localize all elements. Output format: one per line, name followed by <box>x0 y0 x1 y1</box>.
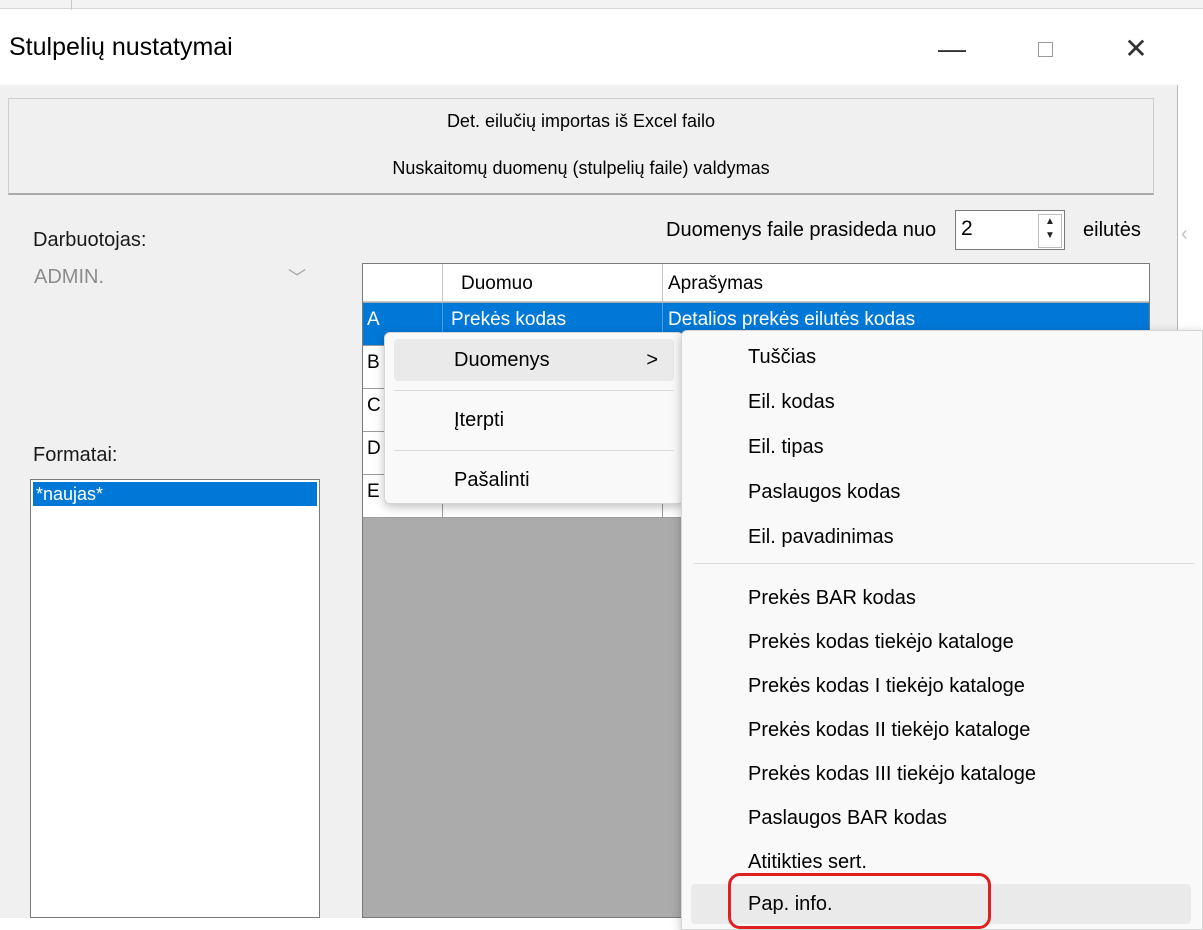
column-header-letter[interactable] <box>363 264 443 302</box>
submenu-item[interactable]: Paslaugos BAR kodas <box>691 798 1191 838</box>
menu-item-insert[interactable]: Įterpti <box>394 399 674 441</box>
grid-header: Duomuo Aprašymas <box>363 264 1149 302</box>
dialog-title: Stulpelių nustatymai <box>9 33 233 61</box>
menu-separator <box>394 390 674 391</box>
submenu-item[interactable]: Eil. kodas <box>691 382 1191 422</box>
chevron-right-icon: > <box>646 349 658 371</box>
start-row-label: Duomenys faile prasideda nuo <box>666 219 937 241</box>
context-menu: Duomenys > Įterpti Pašalinti <box>384 332 684 504</box>
submenu-item[interactable]: Prekės kodas tiekėjo kataloge <box>691 622 1191 662</box>
menu-item-label: Duomenys <box>454 349 550 371</box>
submenu-item[interactable]: Prekės kodas II tiekėjo kataloge <box>691 710 1191 750</box>
employee-label: Darbuotojas: <box>33 229 147 251</box>
formats-list[interactable]: *naujas* <box>30 479 320 918</box>
close-button[interactable]: ✕ <box>1106 24 1166 74</box>
header-title: Det. eilučių importas iš Excel failo <box>446 111 716 131</box>
start-row-stepper[interactable]: 2 ▲ ▼ <box>955 210 1065 250</box>
list-item[interactable]: *naujas* <box>33 482 317 506</box>
submenu-item[interactable]: Prekės kodas III tiekėjo kataloge <box>691 754 1191 794</box>
chevron-left-icon: ‹ <box>1181 223 1188 245</box>
employee-select[interactable]: ADMIN. ﹀ <box>30 262 318 298</box>
start-row-suffix: eilutės <box>1083 219 1141 241</box>
column-header-description[interactable]: Aprašymas <box>663 264 1149 302</box>
menu-separator <box>694 563 1194 564</box>
submenu-item[interactable]: Prekės BAR kodas <box>691 578 1191 618</box>
chevron-down-icon: ﹀ <box>288 268 306 288</box>
submenu-item[interactable]: Paslaugos kodas <box>691 472 1191 512</box>
formats-label: Formatai: <box>33 444 118 466</box>
data-submenu: Tuščias Eil. kodas Eil. tipas Paslaugos … <box>681 330 1203 930</box>
submenu-item[interactable]: Eil. tipas <box>691 427 1191 467</box>
maximize-button[interactable] <box>1014 24 1074 74</box>
employee-value: ADMIN. <box>34 266 104 288</box>
spin-arrows-icon[interactable]: ▲ ▼ <box>1038 214 1062 248</box>
menu-item-data[interactable]: Duomenys > <box>394 339 674 381</box>
header-subtitle: Nuskaitomų duomenų (stulpelių faile) val… <box>392 158 770 178</box>
start-row-value: 2 <box>961 217 973 240</box>
background-window-strip <box>0 0 1203 9</box>
header-panel: Det. eilučių importas iš Excel failo Nus… <box>8 98 1154 195</box>
submenu-item[interactable]: Eil. pavadinimas <box>691 517 1191 557</box>
column-header-data[interactable]: Duomuo <box>443 264 663 302</box>
menu-separator <box>394 450 674 451</box>
submenu-item[interactable]: Tuščias <box>691 337 1191 377</box>
maximize-icon <box>1038 42 1053 57</box>
highlight-annotation <box>728 873 991 929</box>
submenu-item[interactable]: Prekės kodas I tiekėjo kataloge <box>691 666 1191 706</box>
minimize-button[interactable]: — <box>922 24 982 74</box>
menu-item-remove[interactable]: Pašalinti <box>394 459 674 501</box>
